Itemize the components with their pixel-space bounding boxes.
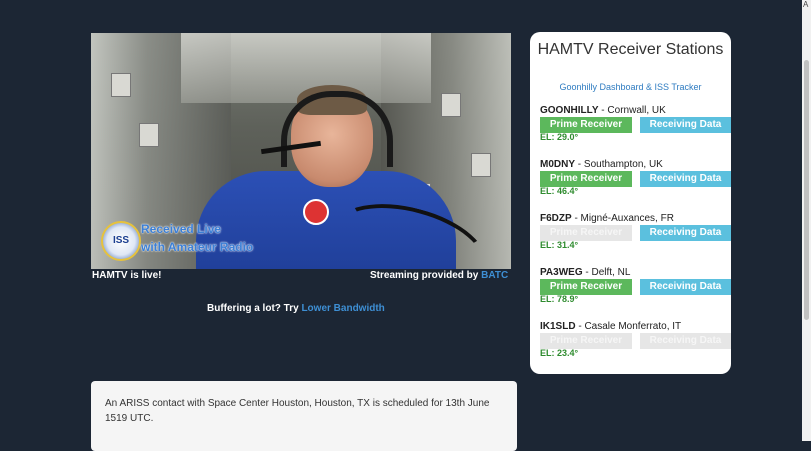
station-pa3weg: PA3WEG - Delft, NL Prime Receiver Receiv… [540, 267, 732, 304]
receiving-data-badge: Receiving Data [640, 279, 731, 295]
video-overlay-text: Received Live with Amateur Radio [141, 222, 254, 254]
live-status-label: HAMTV is live! [92, 270, 162, 281]
station-location: - Southampton, UK [575, 159, 663, 170]
prime-receiver-badge-inactive: Prime Receiver [540, 225, 632, 241]
notice-text: An ARISS contact with Space Center Houst… [105, 398, 490, 424]
station-location: - Migné-Auxances, FR [571, 213, 674, 224]
station-location: - Cornwall, UK [598, 105, 666, 116]
station-callsign: GOONHILLY [540, 105, 599, 116]
streaming-credit: Streaming provided by BATC [370, 270, 509, 281]
station-callsign: M0DNY [540, 159, 576, 170]
ariss-logo: ISS [101, 221, 141, 261]
lower-bandwidth-link[interactable]: Lower Bandwidth [301, 303, 384, 314]
scrollbar-thumb[interactable] [804, 60, 809, 320]
station-location: - Delft, NL [582, 267, 631, 278]
panel-title: HAMTV Receiver Stations [537, 41, 724, 58]
station-elevation: EL: 29.0° [540, 132, 579, 142]
station-callsign: PA3WEG [540, 267, 583, 278]
receiver-stations-panel: HAMTV Receiver Stations Goonhilly Dashbo… [530, 32, 731, 374]
corner-mark: A [803, 0, 809, 9]
receiving-data-badge: Receiving Data [640, 117, 731, 133]
station-elevation: EL: 46.4° [540, 186, 579, 196]
prime-receiver-badge: Prime Receiver [540, 279, 632, 295]
prime-receiver-badge: Prime Receiver [540, 171, 632, 187]
station-ik1sld: IK1SLD - Casale Monferrato, IT Prime Rec… [540, 321, 732, 358]
station-goonhilly: GOONHILLY - Cornwall, UK Prime Receiver … [540, 105, 732, 142]
prime-receiver-badge: Prime Receiver [540, 117, 632, 133]
station-callsign: IK1SLD [540, 321, 576, 332]
station-elevation: EL: 23.4° [540, 348, 579, 358]
batc-link[interactable]: BATC [481, 270, 508, 281]
station-m0dny: M0DNY - Southampton, UK Prime Receiver R… [540, 159, 732, 196]
receiving-data-badge: Receiving Data [640, 225, 731, 241]
receiving-data-badge: Receiving Data [640, 171, 731, 187]
station-location: - Casale Monferrato, IT [575, 321, 682, 332]
station-callsign: F6DZP [540, 213, 572, 224]
receiving-data-badge-inactive: Receiving Data [640, 333, 731, 349]
dashboard-tracker-link[interactable]: Goonhilly Dashboard & ISS Tracker [530, 82, 731, 92]
station-f6dzp: F6DZP - Migné-Auxances, FR Prime Receive… [540, 213, 732, 250]
station-elevation: EL: 31.4° [540, 240, 579, 250]
buffering-hint: Buffering a lot? Try Lower Bandwidth [207, 303, 385, 314]
live-video-player[interactable]: ISS Received Live with Amateur Radio [91, 33, 511, 269]
prime-receiver-badge-inactive: Prime Receiver [540, 333, 632, 349]
station-elevation: EL: 78.9° [540, 294, 579, 304]
